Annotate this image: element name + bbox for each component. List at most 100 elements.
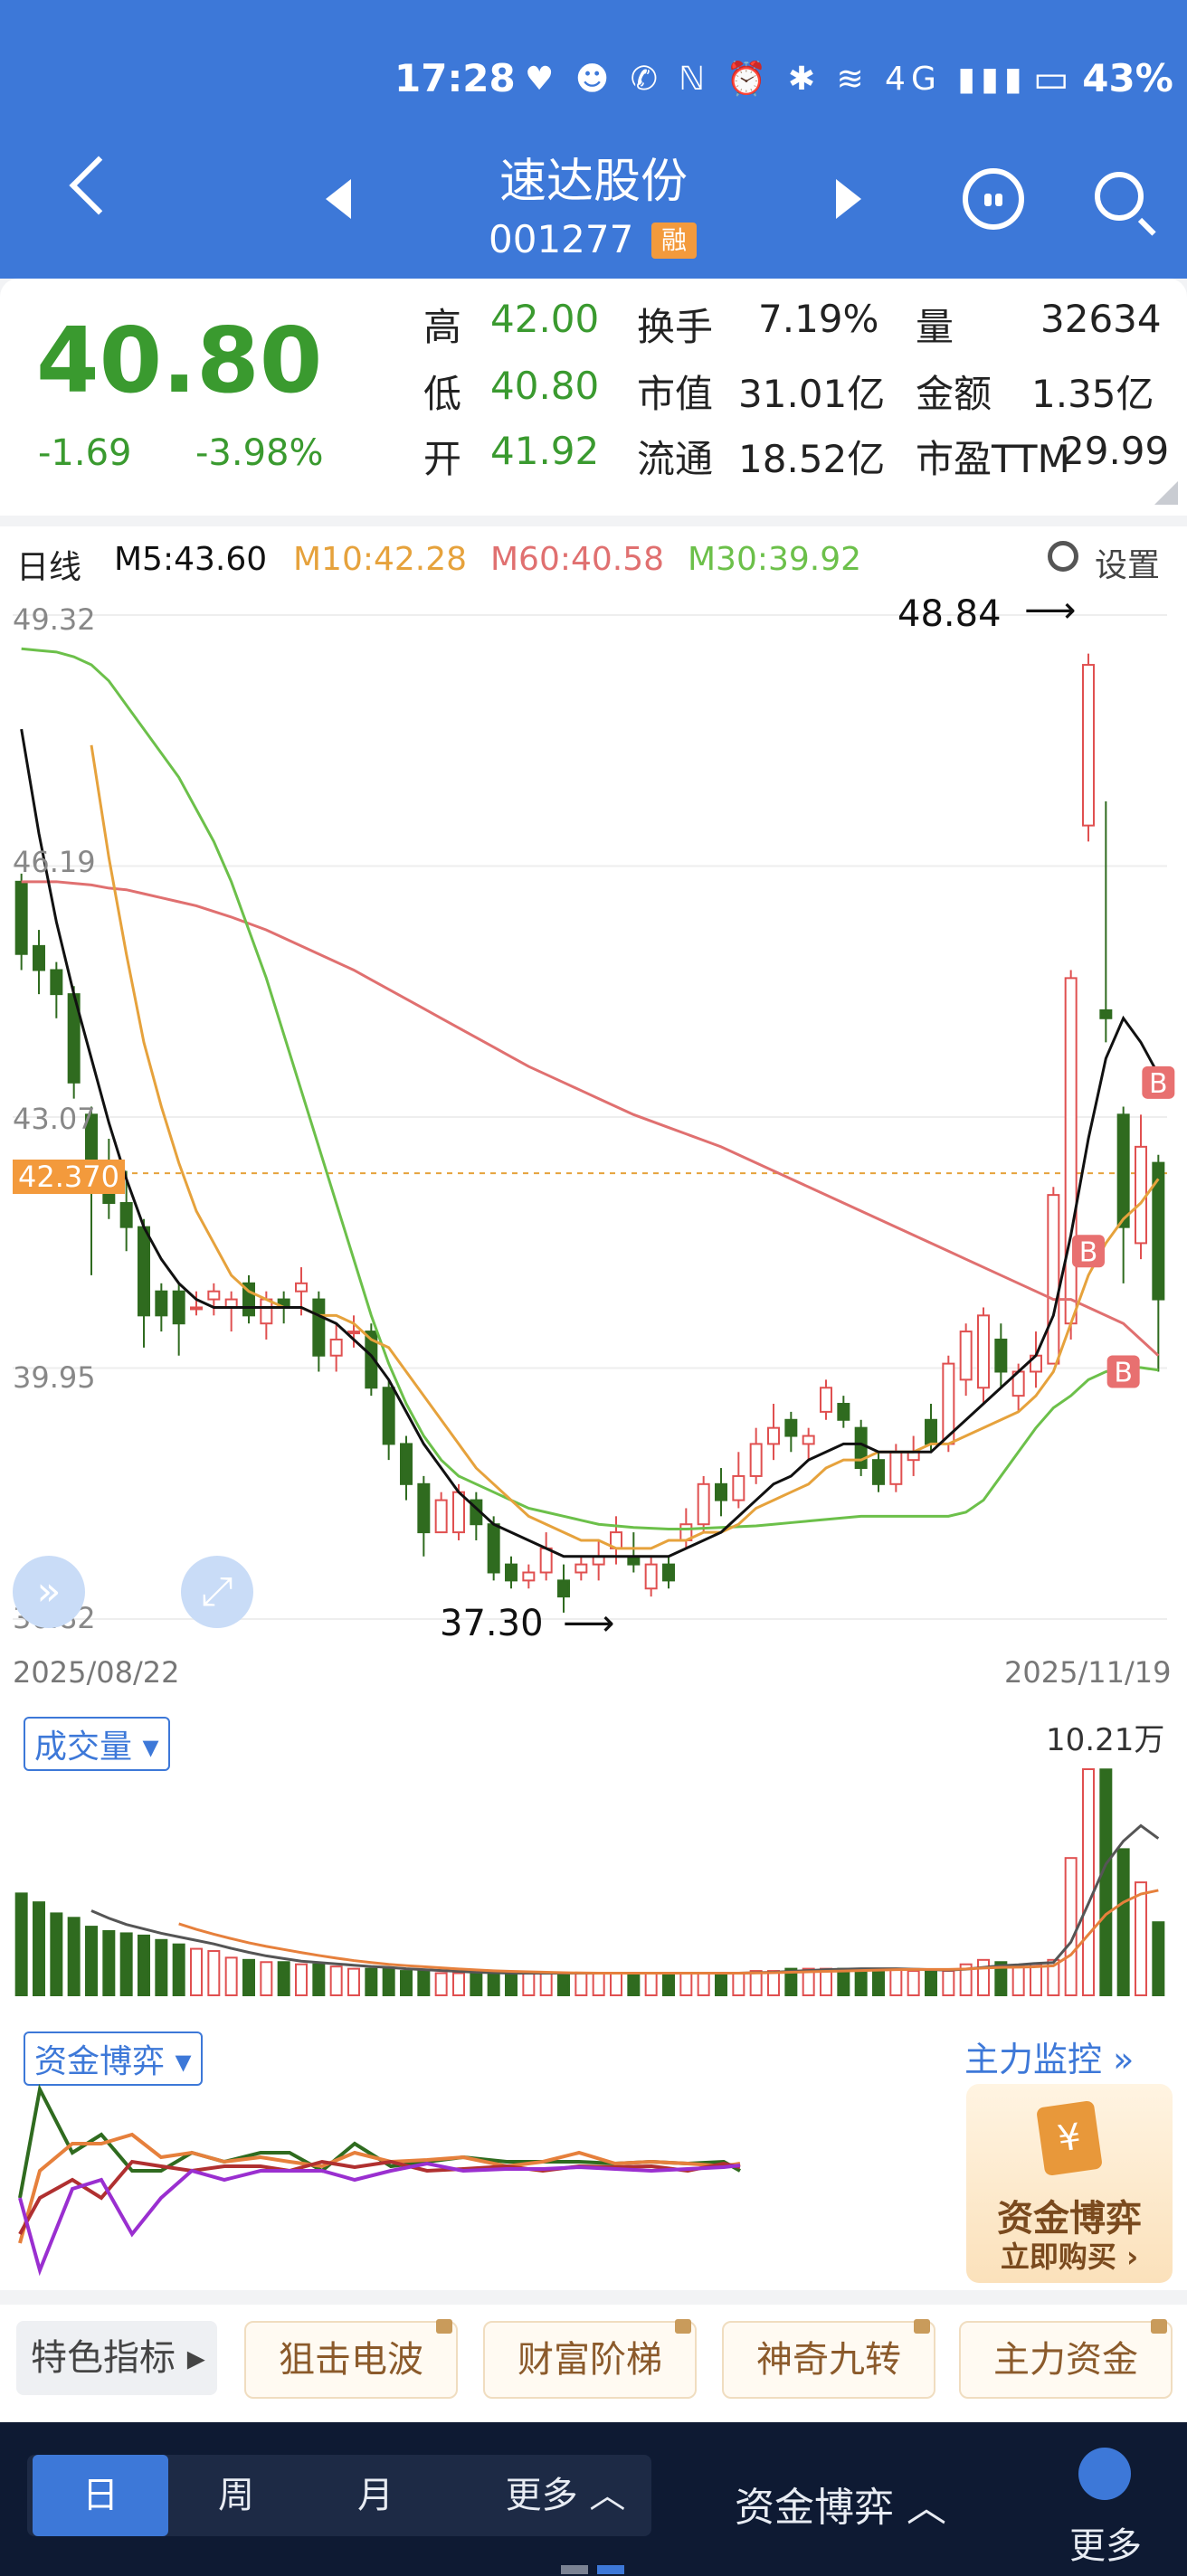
feature-item[interactable]: 财富阶梯 (483, 2319, 697, 2399)
fast-forward-icon[interactable]: » (13, 1556, 85, 1628)
period-month-tab[interactable]: 月 (308, 2455, 443, 2536)
fullscreen-icon[interactable]: ⤢ (181, 1556, 253, 1628)
open-label: 开 (423, 437, 462, 481)
volume-bar (207, 1950, 221, 1996)
candle-body (505, 1563, 518, 1582)
high-value: 42.00 (490, 297, 600, 341)
volume-value: 32634 (1040, 297, 1162, 341)
date-end: 2025/11/19 (1004, 1655, 1172, 1690)
lock-icon (436, 2319, 452, 2334)
candle-body (487, 1523, 500, 1574)
candle-body (119, 1202, 133, 1228)
candle-body (329, 1338, 343, 1357)
next-stock-icon[interactable] (836, 179, 861, 219)
buy-marker-label: B (1079, 1236, 1098, 1268)
candle-body (207, 1290, 221, 1301)
volume-bar (854, 1967, 868, 1996)
moneyflow-indicator-select[interactable]: 资金博弈 ▾ (24, 2031, 203, 2086)
period-week-tab[interactable]: 周 (168, 2455, 304, 2536)
feature-item[interactable]: 狙击电波 (244, 2319, 458, 2399)
ma5-label: M5:43.60 (114, 541, 268, 578)
buy-marker-label: B (1149, 1068, 1168, 1100)
volume-bar (452, 1972, 465, 1997)
volume-bar (1064, 1857, 1078, 1996)
candle-body (1135, 1145, 1147, 1245)
more-menu-icon[interactable] (1078, 2448, 1131, 2500)
candle-body (1064, 977, 1078, 1325)
margin-badge: 融 (651, 223, 697, 259)
volume-ma5-line (90, 1823, 1160, 1975)
candle-body (697, 1482, 710, 1526)
app-header: 17:28 ♥ ☻ ✆ ℕ ⏰ ✱ ≋ 4G ▮▮▮ ▭ 43% 速达股份 00… (0, 0, 1187, 279)
period-more-tab[interactable]: 更多 ︿ (480, 2455, 651, 2536)
volume-bar (505, 1972, 518, 1997)
pe-value: 29.99 (1060, 429, 1170, 473)
candle-body (644, 1563, 658, 1590)
feature-item-label: 财富阶梯 (518, 2339, 662, 2381)
expand-corner-icon[interactable] (1154, 481, 1178, 505)
volume-bar (1116, 1848, 1130, 1996)
settings-label[interactable]: 设置 (1095, 539, 1160, 586)
high-annotation: 48.84 (897, 593, 1002, 635)
candle-body (33, 944, 45, 971)
volume-bar (592, 1972, 605, 1997)
candle-body (14, 880, 28, 955)
assistant-icon[interactable] (963, 168, 1024, 230)
candle-body (172, 1290, 185, 1325)
main-force-monitor-link[interactable]: 主力监控 » (964, 2031, 1134, 2081)
candle-body (715, 1482, 727, 1501)
high-arrow-icon: ⟶ (1024, 590, 1077, 631)
turnover-label: 换手 (637, 305, 714, 349)
status-bar: 17:28 ♥ ☻ ✆ ℕ ⏰ ✱ ≋ 4G ▮▮▮ ▭ 43% (0, 0, 1187, 163)
low-annotation: 37.30 (440, 1603, 544, 1644)
candle-body (977, 1314, 990, 1389)
candle-body (1099, 1009, 1113, 1019)
candle-body (50, 969, 63, 996)
status-icons: ♥ ☻ ✆ ℕ ⏰ ✱ ≋ 4G ▮▮▮ (525, 61, 1028, 98)
yuan-ticket-icon: ¥ (1036, 2099, 1103, 2177)
feature-indicators-button[interactable]: 特色指标 ▸ (16, 2321, 217, 2395)
candle-body (452, 1491, 465, 1534)
promo-buy-button[interactable]: 立即购买 › (966, 2234, 1173, 2276)
volume-indicator-select[interactable]: 成交量 ▾ (24, 1717, 170, 1771)
volume-bar (155, 1938, 168, 1997)
volume-bar (575, 1972, 588, 1997)
volume-bar (627, 1972, 641, 1997)
volume-bar (610, 1972, 622, 1997)
more-menu-label[interactable]: 更多 (1069, 2516, 1142, 2569)
candle-body (820, 1387, 832, 1413)
feature-item[interactable]: 主力资金 (959, 2319, 1173, 2399)
candle-body (575, 1563, 588, 1574)
candle-body (347, 1331, 360, 1335)
feature-item[interactable]: 神奇九转 (722, 2319, 935, 2399)
volume-bar (679, 1972, 693, 1997)
quote-panel: 40.80 -1.69 -3.98% 高 42.00 低 40.80 开 41.… (0, 279, 1187, 516)
volume-bar (732, 1972, 745, 1997)
lock-icon (675, 2319, 691, 2334)
ma10-label: M10:42.28 (293, 541, 468, 578)
volume-bar (1152, 1921, 1165, 1996)
ma-line-m30 (21, 647, 1159, 1531)
candle-body (312, 1298, 326, 1357)
settings-gear-icon[interactable] (1048, 541, 1078, 572)
candle-body (557, 1579, 570, 1598)
price-change-pct: -3.98% (195, 432, 324, 474)
y-tick-label: 46.19 (13, 845, 96, 879)
period-day-tab[interactable]: 日 (33, 2455, 168, 2536)
volume-bar (85, 1926, 98, 1996)
candle-body (295, 1282, 308, 1293)
volume-chart[interactable] (0, 1764, 1187, 1999)
search-icon[interactable] (1095, 172, 1144, 221)
moneyflow-promo-card[interactable]: ¥ 资金博弈 立即购买 › (966, 2084, 1173, 2283)
volume-bar (1135, 1881, 1147, 1997)
candlestick-chart[interactable]: B B B (0, 588, 1187, 1673)
feature-item-label: 狙击电波 (279, 2339, 423, 2381)
candle-body (1116, 1113, 1130, 1228)
indicator-switch-button[interactable]: 资金博弈 ︿ (735, 2475, 946, 2533)
volume-label: 量 (916, 305, 954, 349)
volume-bar (434, 1972, 448, 1997)
period-label[interactable]: 日线 (16, 541, 81, 588)
candle-body (417, 1482, 431, 1534)
bottom-bar: 日 周 月 更多 ︿ 资金博弈 ︿ 更多 (0, 2422, 1187, 2576)
volume-bar (33, 1901, 45, 1997)
